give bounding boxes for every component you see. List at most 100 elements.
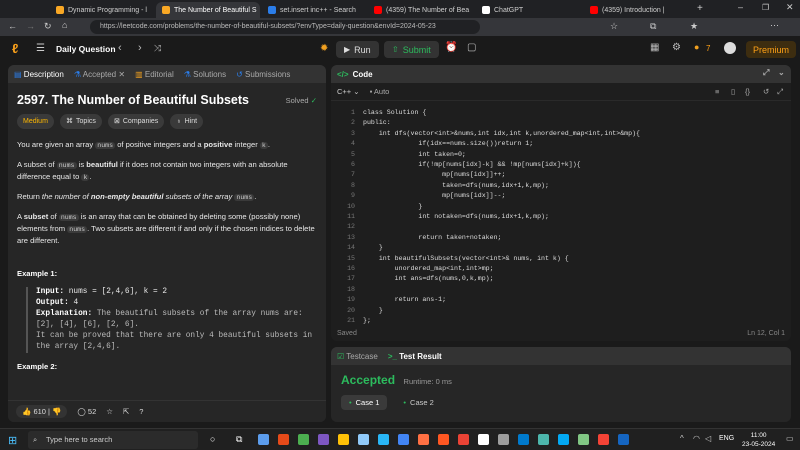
cortana-icon[interactable]: ○ bbox=[210, 434, 215, 444]
taskbar-app-icon[interactable] bbox=[418, 434, 429, 445]
taskbar-app-icon[interactable] bbox=[358, 434, 369, 445]
code-line[interactable]: unordered_map<int,int>mp; bbox=[363, 265, 494, 272]
taskbar-app-icon[interactable] bbox=[618, 434, 629, 445]
like-button[interactable]: 👍 610 | 👎 bbox=[16, 405, 68, 418]
code-line[interactable]: mp[nums[idx]]--; bbox=[363, 192, 505, 199]
taskbar-app-icon[interactable] bbox=[438, 434, 449, 445]
back-icon[interactable]: ← bbox=[8, 21, 17, 31]
taskbar-app-icon[interactable] bbox=[458, 434, 469, 445]
run-button[interactable]: ▶ Run bbox=[336, 41, 379, 58]
tab-editorial[interactable]: ▥ Editorial bbox=[135, 70, 174, 79]
close-tab-icon[interactable]: ✕ bbox=[118, 70, 125, 79]
home-icon[interactable]: ⌂ bbox=[62, 20, 67, 30]
tray-chevron-icon[interactable]: ^ bbox=[680, 434, 684, 443]
code-editor[interactable]: 1 class Solution {2 public: 3 int dfs(vecto… bbox=[331, 105, 791, 327]
browser-tab[interactable]: ChatGPT bbox=[476, 2, 576, 18]
code-line[interactable]: } bbox=[363, 203, 422, 210]
windows-start-icon[interactable]: ⊞ bbox=[8, 434, 17, 447]
shuffle-icon[interactable]: ⤨ bbox=[154, 43, 161, 54]
tab-description[interactable]: ▤ Description bbox=[14, 70, 64, 79]
code-line[interactable]: mp[nums[idx]]++; bbox=[363, 171, 505, 178]
fullscreen-icon[interactable]: ⤢ bbox=[777, 87, 783, 97]
auto-mode[interactable]: ▪ Auto bbox=[370, 87, 390, 96]
code-line[interactable]: int beautifulSubsets(vector<int>& nums, … bbox=[363, 255, 569, 262]
close-window-icon[interactable]: ✕ bbox=[786, 2, 794, 13]
code-line[interactable]: return ans-1; bbox=[363, 296, 446, 303]
code-line[interactable]: return taken+notaken; bbox=[363, 234, 501, 241]
tab-submissions[interactable]: ↺ Submissions bbox=[236, 70, 290, 79]
code-line[interactable]: }; bbox=[363, 317, 371, 324]
share-icon[interactable]: ⇱ bbox=[123, 407, 129, 416]
taskbar-app-icon[interactable] bbox=[278, 434, 289, 445]
code-line[interactable]: int taken=0; bbox=[363, 151, 466, 158]
prev-problem-icon[interactable]: ‹ bbox=[118, 42, 122, 54]
browser-tab[interactable]: set.insert inc++ - Search bbox=[262, 2, 366, 18]
submit-button[interactable]: ⇧ Submit bbox=[384, 41, 439, 58]
browser-tab[interactable]: (4359) The Number of Bea bbox=[368, 2, 472, 18]
favorite-icon[interactable]: ☆ bbox=[106, 407, 113, 416]
alarm-icon[interactable]: ⏰ bbox=[445, 42, 457, 53]
code-line[interactable]: if(!mp[nums[idx]-k] && !mp[nums[idx]+k])… bbox=[363, 161, 580, 168]
streak-count[interactable]: 7 bbox=[706, 44, 710, 53]
taskbar-app-icon[interactable] bbox=[538, 434, 549, 445]
format-icon[interactable]: ≡ bbox=[715, 87, 719, 96]
topics-button[interactable]: ⌘ Topics bbox=[60, 114, 102, 129]
code-line[interactable]: class Solution { bbox=[363, 109, 426, 116]
taskbar-app-icon[interactable] bbox=[338, 434, 349, 445]
taskbar-app-icon[interactable] bbox=[498, 434, 509, 445]
browser-tab[interactable]: Dynamic Programming - l bbox=[50, 2, 156, 18]
comments-button[interactable]: ◯ 52 bbox=[77, 407, 96, 416]
code-line[interactable]: public: bbox=[363, 119, 391, 126]
code-line[interactable]: } bbox=[363, 307, 383, 314]
taskbar-app-icon[interactable] bbox=[298, 434, 309, 445]
maximize-icon[interactable]: ⤢ bbox=[763, 68, 769, 78]
star-icon[interactable]: ☆ bbox=[610, 21, 618, 32]
extensions-icon[interactable]: ⧉ bbox=[650, 21, 656, 32]
taskbar-app-icon[interactable] bbox=[398, 434, 409, 445]
code-line[interactable]: if(idx==nums.size())return 1; bbox=[363, 140, 533, 147]
browser-tab[interactable]: (4359) Introduction | bbox=[584, 2, 692, 18]
taskbar-app-icon[interactable] bbox=[518, 434, 529, 445]
notes-icon[interactable]: ▢ bbox=[467, 42, 476, 53]
volume-icon[interactable]: ◁ bbox=[705, 434, 711, 443]
restore-icon[interactable]: ❐ bbox=[762, 3, 769, 12]
tab-accepted[interactable]: ⚗ Accepted ✕ bbox=[74, 70, 125, 79]
taskbar-app-icon[interactable] bbox=[478, 434, 489, 445]
clock[interactable]: 11:00 23-05-2024 bbox=[742, 431, 775, 449]
wifi-icon[interactable]: ◠ bbox=[693, 434, 700, 443]
bookmark-icon[interactable]: ▯ bbox=[731, 87, 735, 96]
task-view-icon[interactable]: ⧉ bbox=[236, 434, 242, 445]
menu-icon[interactable]: ⋯ bbox=[770, 20, 779, 31]
leetcode-logo-icon[interactable]: ℓ bbox=[12, 42, 24, 56]
new-tab-icon[interactable]: + bbox=[697, 3, 703, 14]
panel-menu-icon[interactable]: ⌄ bbox=[778, 68, 785, 77]
code-line[interactable]: int ans=dfs(nums,0,k,mp); bbox=[363, 275, 494, 282]
taskbar-app-icon[interactable] bbox=[318, 434, 329, 445]
browser-tab-active[interactable]: The Number of Beautiful S bbox=[156, 2, 260, 18]
taskbar-app-icon[interactable] bbox=[598, 434, 609, 445]
page-title[interactable]: Daily Question bbox=[56, 44, 116, 54]
reset-icon[interactable]: ↺ bbox=[763, 87, 769, 96]
tab-test-result[interactable]: >_ Test Result bbox=[388, 352, 442, 361]
tab-testcase[interactable]: ☑ Testcase bbox=[337, 352, 378, 361]
code-line[interactable]: int dfs(vector<int>&nums,int idx,int k,u… bbox=[363, 130, 640, 137]
avatar[interactable] bbox=[724, 42, 736, 54]
case-2-button[interactable]: • Case 2 bbox=[395, 395, 441, 410]
hint-button[interactable]: ♁ Hint bbox=[170, 114, 204, 129]
reload-icon[interactable]: ↻ bbox=[44, 21, 52, 32]
taskbar-app-icon[interactable] bbox=[378, 434, 389, 445]
premium-button[interactable]: Premium bbox=[746, 41, 797, 58]
taskbar-search[interactable]: ⌕ Type here to search bbox=[28, 431, 198, 449]
favorites-icon[interactable]: ★ bbox=[690, 21, 698, 32]
code-line[interactable]: } bbox=[363, 244, 383, 251]
case-1-button[interactable]: • Case 1 bbox=[341, 395, 388, 410]
layout-icon[interactable]: ▦ bbox=[650, 42, 659, 53]
debug-icon[interactable]: ✹ bbox=[320, 43, 328, 54]
notification-icon[interactable]: ▭ bbox=[786, 434, 794, 443]
forward-icon[interactable]: → bbox=[26, 21, 35, 31]
braces-icon[interactable]: {} bbox=[745, 87, 750, 96]
taskbar-app-icon[interactable] bbox=[558, 434, 569, 445]
language-indicator[interactable]: ENG bbox=[719, 435, 734, 442]
next-problem-icon[interactable]: › bbox=[138, 42, 142, 54]
companies-button[interactable]: ⊠ Companies bbox=[108, 114, 165, 129]
